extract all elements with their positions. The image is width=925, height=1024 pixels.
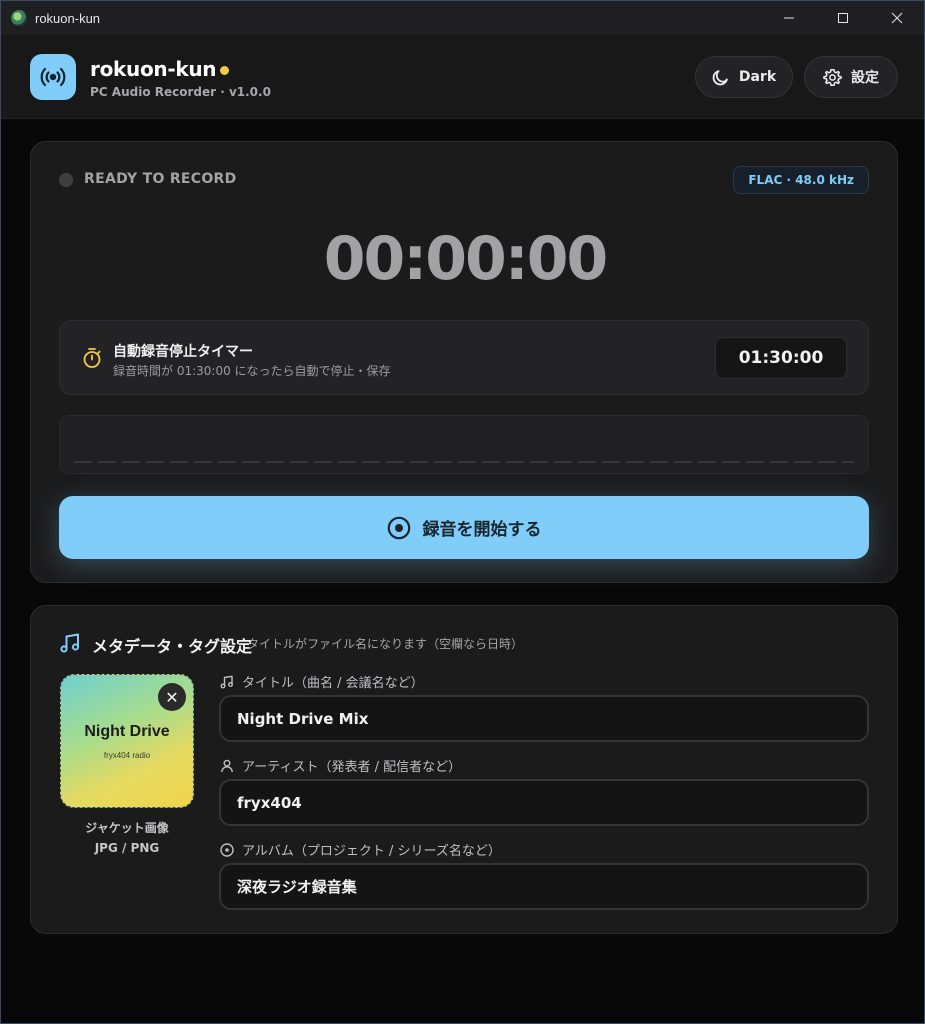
artist-label-text: アーティスト（発表者 / 配信者など）: [242, 760, 462, 775]
start-recording-label: 録音を開始する: [422, 520, 542, 540]
recorder-card: READY TO RECORD FLAC · 48.0 kHz 00:00:00…: [30, 141, 898, 583]
title-label-text: タイトル（曲名 / 会議名など）: [242, 676, 424, 691]
disc-icon: [220, 842, 234, 857]
cover-art-caption: ジャケット画像 JPG / PNG: [60, 818, 194, 858]
window-title: rokuon-kun: [35, 10, 101, 26]
music-note-icon: [220, 675, 233, 688]
auto-stop-description: 録音時間が 01:30:00 になったら自動で停止・保存: [113, 364, 391, 378]
format-badge[interactable]: FLAC · 48.0 kHz: [733, 166, 869, 194]
record-status-text: READY TO RECORD: [84, 171, 237, 187]
minimize-button[interactable]: [762, 1, 816, 35]
gear-icon: [823, 68, 842, 86]
maximize-button[interactable]: [816, 1, 870, 35]
remove-cover-button[interactable]: ✕: [158, 683, 186, 711]
title-field-label: タイトル（曲名 / 会議名など）: [220, 672, 424, 691]
cover-caption-line2: JPG / PNG: [94, 841, 160, 855]
theme-toggle-label: Dark: [738, 69, 777, 85]
music-notes-icon: [60, 633, 80, 653]
auto-stop-title: 自動録音停止タイマー: [113, 344, 253, 360]
auto-stop-timer-panel: 自動録音停止タイマー 録音時間が 01:30:00 になったら自動で停止・保存 …: [59, 320, 869, 395]
status-dot-yellow: [220, 66, 230, 75]
metadata-hint: タイトルがファイル名になります（空欄なら日時）: [247, 637, 524, 651]
artist-field-label: アーティスト（発表者 / 配信者など）: [220, 756, 461, 775]
broadcast-icon: [40, 67, 66, 87]
audio-level-meter: [59, 415, 869, 474]
app-subtitle: PC Audio Recorder · v1.0.0: [90, 85, 271, 99]
record-status-indicator: [59, 173, 73, 187]
settings-button[interactable]: 設定: [804, 56, 898, 98]
album-label-text: アルバム（プロジェクト / シリーズ名など）: [242, 844, 501, 859]
window-controls: [762, 1, 924, 35]
metadata-title: メタデータ・タグ設定: [92, 637, 253, 656]
metadata-card: メタデータ・タグ設定 タイトルがファイル名になります（空欄なら日時） Night…: [30, 605, 898, 934]
stopwatch-icon: [83, 348, 101, 368]
album-input[interactable]: 深夜ラジオ録音集: [219, 863, 869, 910]
app-globe-icon: [11, 10, 27, 26]
moon-icon: [712, 70, 728, 86]
start-recording-button[interactable]: 録音を開始する: [59, 496, 869, 559]
minimize-icon: [784, 17, 794, 19]
cover-art-subtitle: fryx404 radio: [103, 751, 151, 760]
close-icon: ✕: [165, 687, 179, 707]
album-field-label: アルバム（プロジェクト / シリーズ名など）: [220, 840, 501, 859]
title-input[interactable]: Night Drive Mix: [219, 695, 869, 742]
theme-toggle-button[interactable]: Dark: [695, 56, 793, 98]
person-icon: [221, 759, 233, 772]
app-name: rokuon-kun: [90, 57, 230, 81]
close-button[interactable]: [870, 1, 924, 35]
maximize-icon: [838, 13, 848, 23]
title-bar: rokuon-kun: [1, 1, 924, 35]
app-logo: [30, 54, 76, 100]
auto-stop-time-input[interactable]: 01:30:00: [715, 337, 847, 379]
close-icon: [891, 12, 903, 24]
artist-input[interactable]: fryx404: [219, 779, 869, 826]
app-window: rokuon-kun rokuon-kun PC Audio Recorder …: [0, 0, 925, 1024]
app-header: rokuon-kun PC Audio Recorder · v1.0.0 Da…: [1, 35, 924, 119]
level-meter-baseline: [74, 461, 854, 463]
elapsed-time-display: 00:00:00: [323, 224, 608, 294]
cover-art-dropzone[interactable]: Night Drive fryx404 radio ✕: [60, 674, 194, 808]
cover-caption-line1: ジャケット画像: [85, 821, 169, 835]
record-icon: [387, 516, 410, 539]
settings-label: 設定: [851, 70, 879, 86]
cover-art-title: Night Drive: [84, 723, 170, 740]
